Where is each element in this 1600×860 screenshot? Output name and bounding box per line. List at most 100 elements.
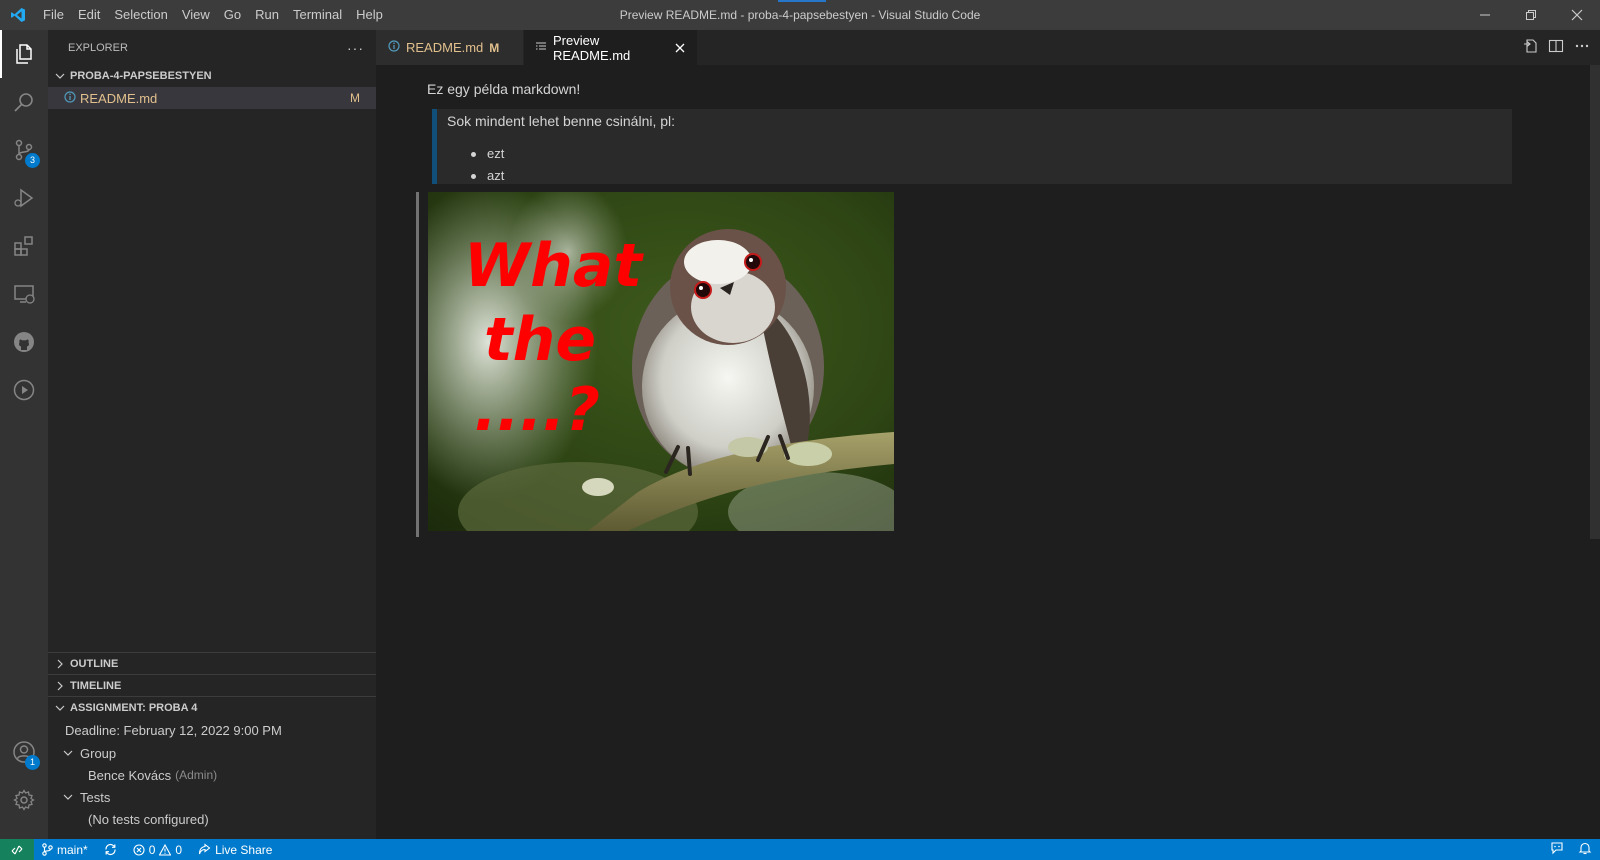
bell-icon: [1578, 842, 1592, 855]
chevron-down-icon: [60, 748, 76, 758]
list-item: azt: [471, 165, 504, 187]
outline-section[interactable]: OUTLINE: [48, 652, 376, 674]
ellipsis-icon: [1575, 44, 1589, 48]
assignment-label: ASSIGNMENT: PROBA 4: [70, 701, 198, 714]
menu-edit[interactable]: Edit: [71, 0, 107, 30]
editor-area: README.md M Preview README.md Ez egy pél…: [376, 30, 1600, 839]
chevron-right-icon: [52, 681, 68, 691]
accounts-button[interactable]: 1: [0, 728, 48, 776]
run-tests-button[interactable]: [0, 366, 48, 414]
chevron-down-icon: [52, 703, 68, 713]
outline-label: OUTLINE: [70, 657, 119, 670]
chevron-right-icon: [52, 659, 68, 669]
menu-go[interactable]: Go: [217, 0, 248, 30]
feedback-button[interactable]: [1550, 841, 1564, 858]
live-share-label: Live Share: [215, 842, 273, 857]
menu-run[interactable]: Run: [248, 0, 286, 30]
live-share-button[interactable]: Live Share: [190, 843, 280, 857]
search-button[interactable]: [0, 78, 48, 126]
workspace-folder[interactable]: PROBA-4-PAPSEBESTYEN: [48, 65, 376, 87]
restore-button[interactable]: [1508, 0, 1554, 30]
tab-readme[interactable]: README.md M: [376, 30, 524, 65]
sync-button[interactable]: [96, 843, 125, 856]
explorer-sidebar: EXPLORER ··· PROBA-4-PAPSEBESTYEN README…: [48, 30, 376, 839]
sync-icon: [105, 843, 116, 856]
file-modified-status: M: [350, 91, 360, 105]
minimize-button[interactable]: [1462, 0, 1508, 30]
title-accent: [778, 0, 826, 2]
github-icon: [14, 332, 34, 352]
status-bar: main* 0 0 Live Share: [0, 839, 1600, 860]
preview-paragraph: Ez egy példa markdown!: [427, 81, 581, 97]
remote-icon: [11, 845, 23, 854]
play-circle-icon: [13, 379, 35, 401]
remote-explorer-button[interactable]: [0, 270, 48, 318]
tab-preview-readme[interactable]: Preview README.md: [524, 30, 698, 65]
branch-button[interactable]: main*: [34, 843, 96, 857]
assignment-section[interactable]: ASSIGNMENT: PROBA 4: [48, 696, 376, 718]
menu-terminal[interactable]: Terminal: [286, 0, 349, 30]
error-count: 0: [148, 842, 156, 857]
run-debug-button[interactable]: [0, 174, 48, 222]
file-readme[interactable]: README.md M: [48, 87, 376, 109]
member-item[interactable]: Bence Kovács (Admin): [48, 764, 376, 786]
assignment-body: Deadline: February 12, 2022 9:00 PM Grou…: [48, 718, 376, 830]
image-selection-marker: [416, 192, 419, 537]
menu-file[interactable]: File: [36, 0, 71, 30]
menu-view[interactable]: View: [175, 0, 217, 30]
group-item[interactable]: Group: [48, 742, 376, 764]
menu-help[interactable]: Help: [349, 0, 390, 30]
editor-actions: [1522, 30, 1590, 65]
meme-line-2: the: [484, 305, 596, 375]
problems-button[interactable]: 0 0: [125, 843, 190, 857]
close-icon: [675, 43, 685, 52]
source-control-button[interactable]: 3: [0, 126, 48, 174]
restore-icon: [1526, 10, 1536, 20]
tab-readme-label: README.md: [406, 40, 484, 55]
github-button[interactable]: [0, 318, 48, 366]
more-actions-button[interactable]: ···: [347, 40, 364, 56]
close-window-button[interactable]: [1554, 0, 1600, 30]
warning-count: 0: [175, 842, 183, 857]
extensions-button[interactable]: [0, 222, 48, 270]
open-source-button[interactable]: [1522, 38, 1538, 57]
sidebar-sections: OUTLINE TIMELINE ASSIGNMENT: PROBA 4 Dea…: [48, 652, 376, 830]
meme-image: What the ....?: [428, 192, 894, 531]
branch-icon: [42, 843, 53, 856]
close-icon: [1571, 9, 1583, 21]
workspace-folder-label: PROBA-4-PAPSEBESTYEN: [70, 70, 212, 82]
tests-label: Tests: [80, 789, 111, 805]
timeline-section[interactable]: TIMELINE: [48, 674, 376, 696]
tests-item[interactable]: Tests: [48, 786, 376, 808]
menu-selection[interactable]: Selection: [107, 0, 174, 30]
deadline-item[interactable]: Deadline: February 12, 2022 9:00 PM: [48, 718, 376, 742]
more-editor-actions-button[interactable]: [1574, 38, 1590, 57]
explorer-title: EXPLORER: [68, 41, 128, 54]
split-editor-button[interactable]: [1548, 38, 1564, 57]
window-controls: [1462, 0, 1600, 30]
remote-explorer-icon: [14, 285, 35, 304]
member-name: Bence Kovács: [88, 767, 172, 783]
source-control-badge: 3: [25, 153, 40, 168]
explorer-button[interactable]: [0, 30, 48, 78]
split-editor-icon: [1548, 39, 1564, 53]
meme-line-3: ....?: [474, 375, 600, 445]
bird-meme-picture: What the ....?: [428, 192, 894, 531]
open-source-icon: [1524, 39, 1537, 53]
accounts-badge: 1: [25, 755, 40, 770]
title-bar: File Edit Selection View Go Run Terminal…: [0, 0, 1600, 30]
info-icon: [64, 90, 76, 106]
notifications-button[interactable]: [1578, 841, 1592, 858]
list-item: ezt: [471, 143, 504, 165]
manage-button[interactable]: [0, 776, 48, 824]
remote-indicator-button[interactable]: [0, 839, 34, 860]
warning-icon: [159, 843, 172, 856]
blockquote-text: Sok mindent lehet benne csinálni, pl:: [447, 113, 676, 129]
scrollbar-thumb[interactable]: [1590, 65, 1600, 539]
run-debug-icon: [14, 188, 34, 208]
tests-value-item[interactable]: (No tests configured): [48, 808, 376, 830]
close-tab-button[interactable]: [675, 43, 685, 53]
files-icon: [16, 44, 32, 64]
error-icon: [133, 843, 145, 856]
feedback-icon: [1551, 842, 1563, 855]
